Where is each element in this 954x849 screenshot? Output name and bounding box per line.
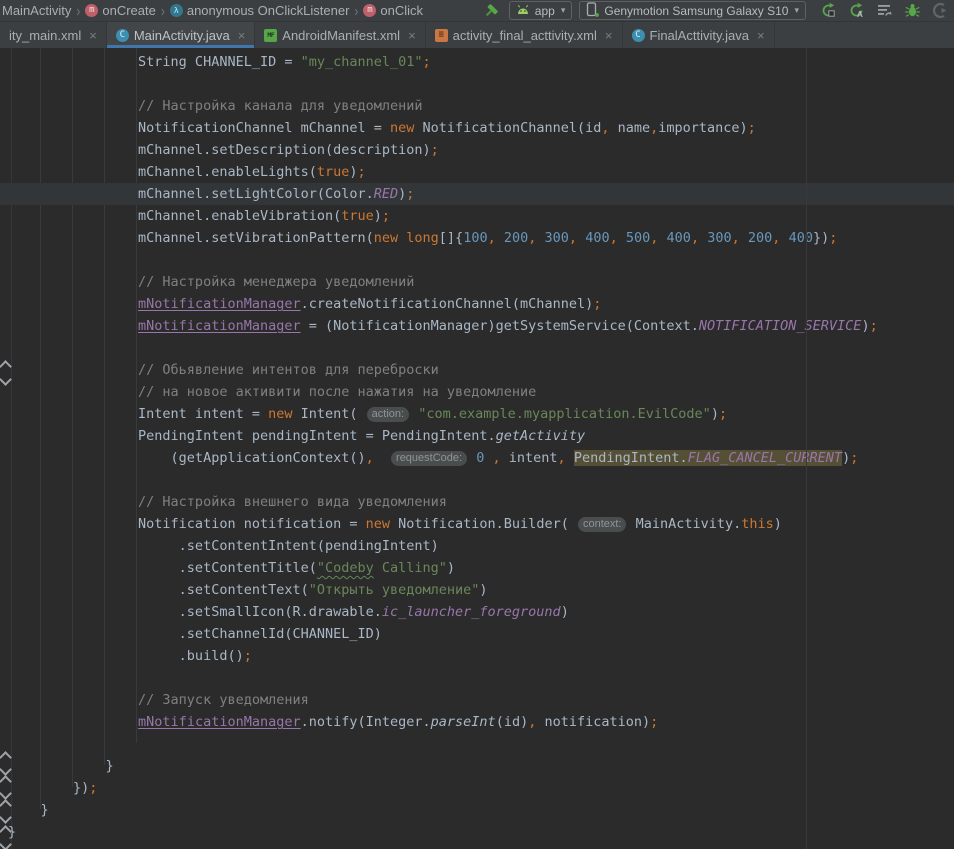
code-line: } [0, 755, 954, 777]
code-line: // Настройка внешнего вида уведомления [0, 491, 954, 513]
changes-list-icon[interactable] [874, 2, 894, 20]
run-config-label: app [535, 4, 555, 18]
code-line: mNotificationManager.notify(Integer.pars… [0, 711, 954, 733]
breadcrumb-label: anonymous OnClickListener [187, 3, 350, 18]
code-content: String CHANNEL_ID = "my_channel_01"; // … [0, 48, 954, 843]
tab-MainActivity.java[interactable]: C MainActivity.java × [107, 22, 255, 48]
device-label: Genymotion Samsung Galaxy S10 [604, 4, 788, 18]
chevron-down-icon: ▾ [794, 5, 799, 16]
code-line: .setSmallIcon(R.drawable.ic_launcher_for… [0, 601, 954, 623]
code-line: Notification notification = new Notifica… [0, 513, 954, 535]
rerun-icon[interactable] [818, 2, 838, 20]
code-line: String CHANNEL_ID = "my_channel_01"; [0, 51, 954, 73]
close-tab-icon[interactable]: × [605, 29, 613, 42]
code-line: // Запуск уведомления [0, 689, 954, 711]
phone-icon [586, 2, 599, 20]
code-line [0, 337, 954, 359]
breadcrumb-separator: › [353, 3, 359, 18]
apply-code-changes-icon[interactable]: A [846, 2, 866, 20]
java-class-icon: C [632, 29, 645, 42]
code-line: } [0, 821, 954, 843]
breadcrumb-item[interactable]: m onCreate [85, 3, 155, 18]
tab-ity_main.xml[interactable]: ity_main.xml × [0, 22, 107, 48]
code-line: // на новое активити после нажатия на ув… [0, 381, 954, 403]
code-line: }); [0, 777, 954, 799]
close-tab-icon[interactable]: × [757, 29, 765, 42]
code-line [0, 667, 954, 689]
breadcrumb-label: MainActivity [2, 3, 71, 18]
tab-FinalActtivity.java[interactable]: C FinalActtivity.java × [623, 22, 775, 48]
tab-AndroidManifest.xml[interactable]: MF AndroidManifest.xml × [255, 22, 425, 48]
code-line: .setChannelId(CHANNEL_ID) [0, 623, 954, 645]
code-line: mChannel.setVibrationPattern(new long[]{… [0, 227, 954, 249]
toolbar: app ▾ Genymotion Samsung Galaxy S10 ▾ [482, 1, 950, 20]
android-icon [516, 4, 530, 18]
svg-text:A: A [857, 10, 863, 19]
breadcrumb: MainActivity › m onCreate › λ anonymous OnClic… [2, 3, 482, 18]
code-line: .build(); [0, 645, 954, 667]
code-line: mChannel.setLightColor(Color.RED); [0, 183, 954, 205]
breadcrumb-item[interactable]: λ anonymous OnClickListener [170, 3, 350, 18]
tab-label: activity_final_acttivity.xml [453, 28, 597, 43]
code-line: Intent intent = new Intent( action: "com… [0, 403, 954, 425]
code-line: mChannel.enableLights(true); [0, 161, 954, 183]
method-icon: m [363, 4, 376, 17]
breadcrumb-label: onCreate [102, 3, 155, 18]
code-line: PendingIntent pendingIntent = PendingInt… [0, 425, 954, 447]
java-class-icon: C [116, 29, 129, 42]
code-line: NotificationChannel mChannel = new Notif… [0, 117, 954, 139]
code-line: } [0, 799, 954, 821]
right-margin-guide [806, 48, 807, 849]
code-line: (getApplicationContext(), requestCode: 0… [0, 447, 954, 469]
breadcrumb-item[interactable]: m onClick [363, 3, 423, 18]
code-editor[interactable]: String CHANNEL_ID = "my_channel_01"; // … [0, 48, 954, 849]
breadcrumb-item[interactable]: MainActivity [2, 3, 71, 18]
tab-label: FinalActtivity.java [650, 28, 749, 43]
method-icon: m [85, 4, 98, 17]
code-line: mNotificationManager.createNotificationC… [0, 293, 954, 315]
code-line: .setContentIntent(pendingIntent) [0, 535, 954, 557]
code-line: mChannel.enableVibration(true); [0, 205, 954, 227]
navigation-bar: MainActivity › m onCreate › λ anonymous OnClic… [0, 0, 954, 22]
code-line [0, 73, 954, 95]
editor-tabs: ity_main.xml × C MainActivity.java × MF Androi… [0, 22, 954, 48]
tab-label: MainActivity.java [134, 28, 230, 43]
breadcrumb-label: onClick [380, 3, 423, 18]
chevron-down-icon: ▾ [561, 5, 566, 16]
tab-activity_final_acttivity.xml[interactable]: ≡ activity_final_acttivity.xml × [426, 22, 623, 48]
code-line [0, 469, 954, 491]
code-line [0, 249, 954, 271]
close-tab-icon[interactable]: × [408, 29, 416, 42]
code-line: mNotificationManager = (NotificationMana… [0, 315, 954, 337]
anonymous-class-icon: λ [170, 4, 183, 17]
close-tab-icon[interactable]: × [238, 29, 246, 42]
code-line: .setContentTitle("Codeby Calling") [0, 557, 954, 579]
hammer-icon[interactable] [482, 2, 502, 20]
code-line: // Обьявление интентов для переброски [0, 359, 954, 381]
run-config-select[interactable]: app ▾ [509, 1, 573, 20]
tab-label: AndroidManifest.xml [282, 28, 400, 43]
code-line [0, 733, 954, 755]
tab-label: ity_main.xml [9, 28, 81, 43]
breadcrumb-separator: › [160, 3, 166, 18]
device-select[interactable]: Genymotion Samsung Galaxy S10 ▾ [579, 1, 806, 20]
code-line: // Настройка канала для уведомлений [0, 95, 954, 117]
manifest-icon: MF [264, 29, 277, 42]
code-line: // Настройка менеджера уведомлений [0, 271, 954, 293]
profile-icon[interactable] [930, 2, 950, 20]
xml-layout-icon: ≡ [435, 29, 448, 42]
breadcrumb-separator: › [75, 3, 81, 18]
code-line: .setContentText("Открыть уведомление") [0, 579, 954, 601]
debug-icon[interactable] [902, 2, 922, 20]
code-line: mChannel.setDescription(description); [0, 139, 954, 161]
close-tab-icon[interactable]: × [89, 29, 97, 42]
